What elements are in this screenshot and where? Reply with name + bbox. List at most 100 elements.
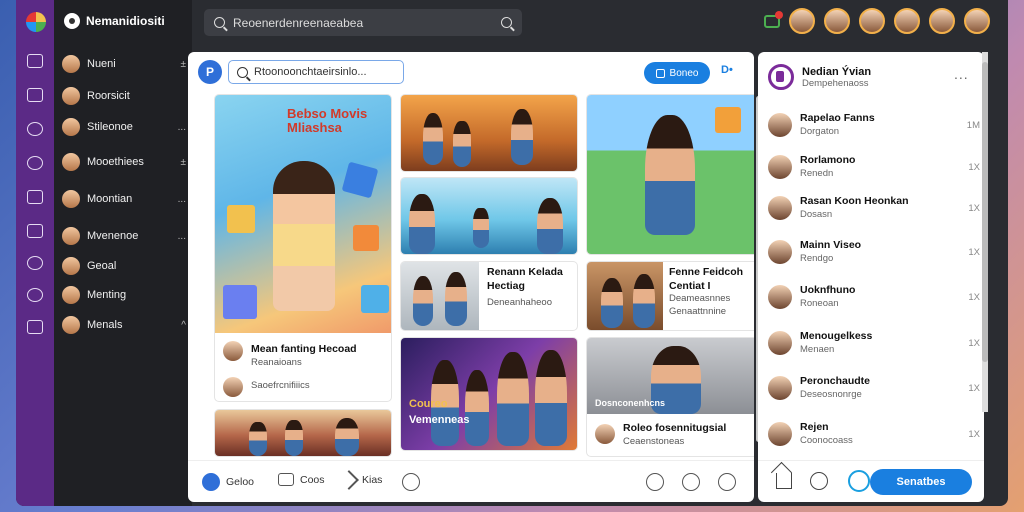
card-subtitle: Reanaioans [251,356,302,368]
channel-extra: ... [177,230,186,242]
media-card[interactable]: Bebso Movis Mliashsa Mean fanting Hecoad… [215,95,391,401]
media-card[interactable]: Dosnconenhcns Roleo fosennitugsial Ceaen… [587,338,754,456]
channel-extra: ^ [181,319,186,331]
card-subtitle: Deameasnnes [669,293,731,305]
card-overlay-subtitle: Vemenneas [409,414,470,426]
card-overlay-title: Bebso Movis Mliashsa [287,106,368,136]
media-card[interactable] [215,410,391,456]
notify-button[interactable] [682,473,700,491]
footer-action[interactable]: Geloo [202,473,254,491]
home-icon[interactable] [776,473,792,489]
panel-scrollbar[interactable] [982,52,988,412]
person-figure [335,418,359,456]
row-subtitle: Roneoan [800,297,839,309]
card-caption: Renann Kelada Hectiag Deneanhaheoo [487,266,563,310]
panel-more-button[interactable]: ... [954,66,969,82]
avatar[interactable] [859,8,885,34]
channel-item[interactable]: Menals ^ [62,314,186,336]
media-card[interactable]: Fenne Feidcoh Centiat I Deameasnnes Gena… [587,262,754,330]
activity-row[interactable]: Uoknfhuno Roneoan 1X [768,282,980,312]
row-meta: 1X [968,428,980,440]
clock-icon[interactable] [27,122,43,136]
avatar[interactable] [929,8,955,34]
person-figure [511,109,533,165]
card-thumbnail [587,95,754,254]
close-button[interactable] [718,473,736,491]
card-subtitle-2: Genaattnnine [669,305,727,317]
media-card[interactable] [401,178,577,254]
person-figure [535,350,567,446]
channel-item[interactable]: Moontian... [62,188,186,210]
avatar [62,286,80,304]
search-input[interactable]: Reoenerdenreenaeabea [233,16,493,30]
footer-action[interactable]: Coos [278,473,325,486]
globe-icon[interactable] [27,156,43,170]
emoji-button[interactable] [402,473,420,491]
workspace-header[interactable]: Nemanidiositi [64,10,165,32]
workspace-title: Nemanidiositi [86,14,165,28]
profile-icon[interactable] [27,54,43,68]
notifications-icon[interactable] [764,10,783,28]
home-icon[interactable] [27,88,43,102]
avatar[interactable] [964,8,990,34]
channel-item[interactable]: Nueni ± [62,53,186,75]
submit-button[interactable]: Senatbes [870,469,972,495]
global-search[interactable]: Reoenerdenreenaeabea [204,9,522,36]
media-card[interactable]: Coureo Vemenneas [401,338,577,450]
channel-item[interactable]: Roorsicit [62,85,186,107]
emoji-icon[interactable] [810,472,828,490]
avatar [768,113,792,137]
feed-search-input[interactable]: Rtoonoonchtaeirsinlo... [228,60,404,84]
feed-footer: Geloo Coos Kias [188,460,754,502]
activity-row[interactable]: Peronchaudte Deseosnonrge 1X [768,373,980,403]
feed-search-text: Rtoonoonchtaeirsinlo... [254,66,367,78]
calendar-icon [655,68,665,78]
compass-icon[interactable] [27,256,43,270]
activity-row[interactable]: Rapelao Fanns Dorgaton 1M [768,110,980,140]
person-figure [413,276,433,326]
app-logo-icon[interactable] [26,12,46,32]
row-meta: 1X [968,202,980,214]
refresh-icon[interactable] [848,470,870,492]
profile-icon [202,473,220,491]
reply-button[interactable] [646,473,664,491]
row-title: Uoknfhuno [800,284,856,296]
row-title: Rorlamono [800,154,856,166]
card-caption: Roleo fosennitugsial Ceaenstoneas [623,422,726,448]
activity-row[interactable]: Rorlamono Renedn 1X [768,152,980,182]
media-card[interactable] [587,95,754,254]
primary-button[interactable]: Boneo [644,62,710,84]
person-figure [423,113,443,165]
footer-label: Kias [362,474,383,486]
bell-icon [682,473,700,491]
avatar [62,227,80,245]
card-title: Fenne Feidcoh [669,266,744,278]
folder-icon[interactable] [27,320,43,334]
chat-icon[interactable] [27,288,43,302]
calendar-icon[interactable] [27,224,43,238]
channel-item[interactable]: Mooethiees ± [62,151,186,173]
grid-icon[interactable] [27,190,43,204]
avatar[interactable] [824,8,850,34]
activity-row[interactable]: Menougelkess Menaen 1X [768,328,980,358]
media-card[interactable] [401,95,577,171]
activity-row[interactable]: Rasan Koon Heonkan Dosasn 1X [768,193,980,223]
row-subtitle: Deseosnonrge [800,388,862,400]
feed-logo-icon[interactable]: P [198,60,222,84]
activity-row[interactable]: Rejen Coonocoass 1X [768,419,980,449]
media-card[interactable]: Renann Kelada Hectiag Deneanhaheoo [401,262,577,330]
panel-header: Nedian Ývian Dempehenaoss [768,64,871,90]
avatar[interactable] [894,8,920,34]
search-submit-icon[interactable] [501,17,512,28]
avatar [768,155,792,179]
person-figure [465,370,489,446]
feed-more-button[interactable]: D• [721,64,733,76]
avatar[interactable] [789,8,815,34]
channel-item[interactable]: Mvenenoe... [62,225,186,247]
channel-item[interactable]: Geoal [62,255,186,277]
channel-item[interactable]: Menting [62,284,186,306]
card-caption-2: Saoefrcnifiiics [251,380,310,392]
channel-item[interactable]: Stileonoe... [62,116,186,138]
footer-action[interactable]: Kias [339,470,383,490]
activity-row[interactable]: Mainn Viseo Rendgo 1X [768,237,980,267]
